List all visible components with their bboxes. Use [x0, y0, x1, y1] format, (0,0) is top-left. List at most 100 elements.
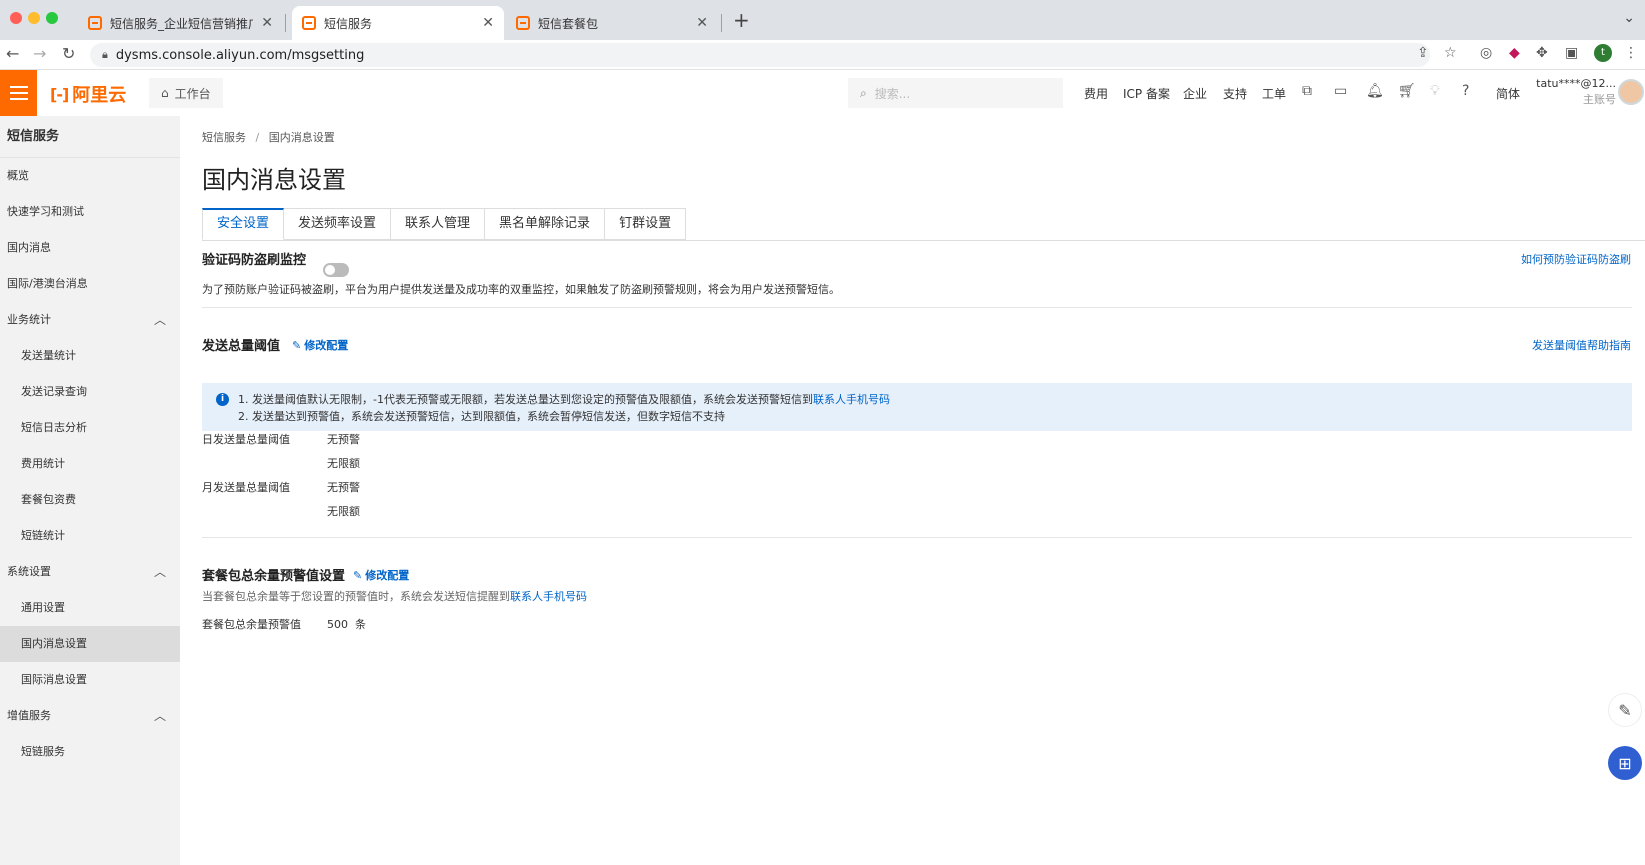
extensions-puzzle-icon[interactable]: ✥: [1536, 45, 1548, 61]
code-icon[interactable]: ⧉: [1302, 83, 1312, 99]
section-divider: [202, 537, 1632, 538]
reload-icon[interactable]: ↻: [62, 44, 75, 63]
captcha-help-link[interactable]: 如何预防验证码防盗刷: [1521, 251, 1631, 267]
new-tab-button[interactable]: +: [733, 8, 750, 32]
bell-icon[interactable]: 🔔︎: [1366, 83, 1384, 99]
sidebar-item-send-stats[interactable]: 发送量统计: [0, 338, 180, 374]
tab-blacklist[interactable]: 黑名单解除记录: [485, 208, 606, 240]
tab-security[interactable]: 安全设置: [202, 208, 285, 240]
side-panel-icon[interactable]: ▣: [1565, 45, 1578, 61]
sidebar-item-shortlink-service[interactable]: 短链服务: [0, 734, 180, 770]
sidebar-group-settings[interactable]: 系统设置 ︿: [0, 554, 180, 590]
close-tab-icon[interactable]: ✕: [696, 15, 708, 31]
terminal-icon[interactable]: ▭: [1334, 83, 1347, 99]
toggle-knob: [325, 265, 335, 275]
aliyun-logo-mark-icon: [-]: [50, 84, 69, 104]
threshold-edit-button[interactable]: ✎ 修改配置: [292, 337, 348, 353]
daily-warn-value: 无预警: [327, 433, 360, 446]
console-topbar: [-] 阿里云 ⌂ 工作台 ⌕ 搜索... 费用 ICP 备案 企业 支持 工单…: [0, 70, 1645, 116]
share-icon[interactable]: ⇪: [1417, 45, 1429, 61]
package-warn-title: 套餐包总余量预警值设置: [202, 569, 346, 584]
menu-hamburger-icon[interactable]: [0, 70, 37, 116]
sidebar-item-cost-stats[interactable]: 费用统计: [0, 446, 180, 482]
home-icon: ⌂: [161, 86, 169, 100]
search-icon: ⌕: [860, 85, 867, 100]
nav-icp[interactable]: ICP 备案: [1123, 85, 1170, 102]
close-window-button[interactable]: [10, 12, 22, 24]
sidebar-item-domestic-settings[interactable]: 国内消息设置: [0, 626, 180, 662]
sidebar-item-shortlink-stats[interactable]: 短链统计: [0, 518, 180, 554]
sidebar-item-international-settings[interactable]: 国际消息设置: [0, 662, 180, 698]
tab-search-chevron-icon[interactable]: ⌄: [1623, 10, 1635, 26]
maximize-window-button[interactable]: [46, 12, 58, 24]
breadcrumb: 短信服务 / 国内消息设置: [202, 131, 335, 144]
nav-billing[interactable]: 费用: [1084, 85, 1108, 102]
lightbulb-icon[interactable]: 💡︎: [1430, 83, 1440, 99]
edit-pen-icon: ✎: [292, 339, 302, 352]
chevron-up-icon: ︿: [153, 709, 166, 723]
avatar[interactable]: [1618, 79, 1644, 105]
captcha-monitor-toggle[interactable]: [323, 263, 349, 277]
sidebar-item-general-settings[interactable]: 通用设置: [0, 590, 180, 626]
threshold-help-link[interactable]: 发送量阈值帮助指南: [1532, 337, 1631, 353]
address-bar[interactable]: 🔒︎ dysms.console.aliyun.com/msgsetting: [90, 43, 1430, 67]
tab-contacts[interactable]: 联系人管理: [391, 208, 486, 240]
sidebar-group-statistics[interactable]: 业务统计 ︿: [0, 302, 180, 338]
back-icon[interactable]: ←: [6, 44, 19, 63]
captcha-monitor-title: 验证码防盗刷监控: [202, 253, 307, 268]
tab-frequency[interactable]: 发送频率设置: [284, 208, 392, 240]
profile-avatar[interactable]: t: [1594, 44, 1612, 62]
sidebar-item-international[interactable]: 国际/港澳台消息: [0, 266, 180, 302]
extension-icon[interactable]: ◎: [1480, 45, 1492, 61]
browser-menu-icon[interactable]: ⋮: [1624, 45, 1638, 61]
tab-dingtalk[interactable]: 钉群设置: [605, 208, 687, 240]
package-contact-link[interactable]: 联系人手机号码: [510, 590, 587, 603]
aliyun-favicon-icon: [88, 16, 102, 30]
forward-icon[interactable]: →: [33, 44, 46, 63]
browser-tab-3[interactable]: 短信套餐包 ✕: [506, 6, 718, 40]
help-icon[interactable]: ?: [1462, 83, 1469, 99]
breadcrumb-current: 国内消息设置: [268, 131, 335, 144]
settings-tabs: 安全设置 发送频率设置 联系人管理 黑名单解除记录 钉群设置: [202, 208, 687, 240]
sidebar-item-send-records[interactable]: 发送记录查询: [0, 374, 180, 410]
aliyun-favicon-icon: [516, 16, 530, 30]
close-tab-icon[interactable]: ✕: [261, 15, 273, 31]
browser-tab-2[interactable]: 短信服务 ✕: [292, 6, 504, 40]
language-switch[interactable]: 简体: [1496, 85, 1520, 102]
nav-enterprise[interactable]: 企业: [1183, 85, 1207, 102]
minimize-window-button[interactable]: [28, 12, 40, 24]
sidebar-group-value-added[interactable]: 增值服务 ︿: [0, 698, 180, 734]
feedback-edit-icon[interactable]: ✎: [1608, 693, 1642, 727]
sidebar-item-domestic[interactable]: 国内消息: [0, 230, 180, 266]
nav-ticket[interactable]: 工单: [1262, 85, 1286, 102]
sidebar-item-overview[interactable]: 概览: [0, 158, 180, 194]
workbench-button[interactable]: ⌂ 工作台: [149, 78, 223, 108]
apps-grid-icon[interactable]: ⊞: [1608, 746, 1642, 780]
sidebar-item-package-fee[interactable]: 套餐包资费: [0, 482, 180, 518]
search-input[interactable]: ⌕ 搜索...: [848, 78, 1063, 108]
browser-tabbar: 短信服务_企业短信营销推广_验 ✕ 短信服务 ✕ 短信套餐包 ✕ + ⌄: [0, 0, 1645, 40]
package-edit-button[interactable]: ✎ 修改配置: [353, 567, 409, 583]
daily-threshold-label: 日发送量总量阈值: [202, 433, 290, 446]
captcha-description: 为了预防账户验证码被盗刷，平台为用户提供发送量及成功率的双重监控，如果触发了防盗…: [202, 283, 840, 296]
lock-icon: 🔒︎: [102, 48, 108, 61]
tab-divider: [285, 14, 286, 32]
contact-phone-link[interactable]: 联系人手机号码: [813, 393, 890, 406]
tabs-underline: [202, 240, 1645, 241]
extension-color-icon[interactable]: ◆: [1509, 45, 1520, 61]
bookmark-star-icon[interactable]: ☆: [1444, 45, 1457, 61]
breadcrumb-root[interactable]: 短信服务: [202, 131, 246, 144]
aliyun-logo[interactable]: [-] 阿里云: [50, 81, 126, 107]
main-content: 短信服务 / 国内消息设置 国内消息设置 安全设置 发送频率设置 联系人管理 黑…: [180, 116, 1645, 865]
user-account-menu[interactable]: tatu****@12... 主账号: [1536, 76, 1616, 108]
notice-line-2: 2. 发送量达到预警值，系统会发送预警短信，达到限额值，系统会暂停短信发送，但数…: [238, 410, 725, 423]
sidebar-item-log-analysis[interactable]: 短信日志分析: [0, 410, 180, 446]
nav-support[interactable]: 支持: [1223, 85, 1247, 102]
package-warn-label: 套餐包总余量预警值: [202, 618, 301, 631]
close-tab-icon[interactable]: ✕: [482, 15, 494, 31]
sidebar-item-quickstart[interactable]: 快速学习和测试: [0, 194, 180, 230]
browser-tab-1[interactable]: 短信服务_企业短信营销推广_验 ✕: [78, 6, 283, 40]
package-warn-value: 500 条: [327, 618, 366, 631]
cart-icon[interactable]: 🛒︎: [1398, 83, 1416, 99]
monthly-limit-value: 无限额: [327, 505, 360, 518]
